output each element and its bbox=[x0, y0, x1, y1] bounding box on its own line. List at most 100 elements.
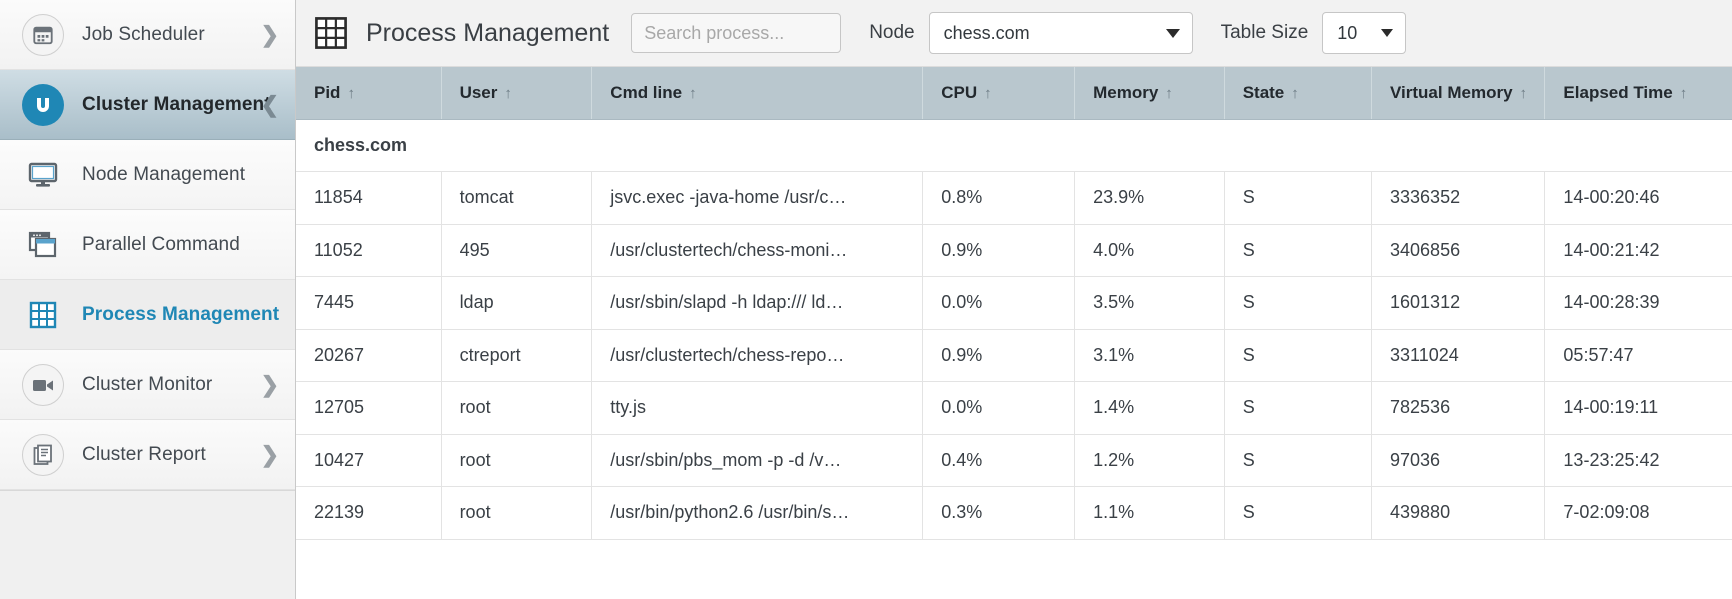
camera-icon bbox=[22, 363, 64, 406]
column-label: Virtual Memory bbox=[1390, 82, 1513, 102]
column-label: Memory bbox=[1093, 82, 1159, 102]
cell-vmem: 782536 bbox=[1371, 381, 1546, 435]
cell-mem: 4.0% bbox=[1074, 224, 1225, 277]
sort-asc-icon[interactable]: ↑ bbox=[1165, 85, 1173, 102]
column-label: Pid bbox=[314, 82, 341, 102]
column-header-virtual-memory[interactable]: Virtual Memory ↑ bbox=[1371, 67, 1546, 120]
column-header-elapsed-time[interactable]: Elapsed Time ↑ bbox=[1544, 67, 1732, 120]
document-icon bbox=[22, 433, 64, 476]
column-header-memory[interactable]: Memory ↑ bbox=[1074, 67, 1225, 120]
table-row[interactable]: 12705 root tty.js 0.0% 1.4% S 782536 14-00:19:1… bbox=[296, 381, 1732, 435]
cell-state: S bbox=[1224, 381, 1373, 435]
cell-cmd: /usr/sbin/slapd -h ldap:/// ld… bbox=[591, 276, 924, 330]
cell-pid: 11052 bbox=[296, 224, 442, 277]
monitor-icon bbox=[22, 154, 64, 196]
cell-user: tomcat bbox=[441, 171, 593, 225]
grid-icon bbox=[314, 16, 348, 50]
sidebar-item-label: Parallel Command bbox=[82, 233, 240, 255]
process-table: Pid ↑ User ↑ Cmd line ↑ CPU ↑ Memory ↑ State ↑… bbox=[296, 67, 1732, 540]
cell-time: 7-02:09:08 bbox=[1544, 486, 1732, 540]
sidebar-item-job-scheduler[interactable]: Job Scheduler ❯ bbox=[0, 0, 295, 70]
chevron-down-icon bbox=[1165, 28, 1180, 38]
cell-mem: 1.1% bbox=[1074, 486, 1225, 540]
table-row[interactable]: 11052 495/usr/clustertech/chess-moni… 0.9%… bbox=[296, 224, 1732, 277]
sidebar-item-label: Process Management bbox=[82, 303, 280, 325]
sort-asc-icon[interactable]: ↑ bbox=[347, 85, 355, 102]
sort-asc-icon[interactable]: ↑ bbox=[984, 85, 992, 102]
calendar-icon bbox=[22, 13, 64, 56]
node-select[interactable]: chess.com bbox=[928, 12, 1193, 54]
table-row[interactable]: 10427 root/usr/sbin/pbs_mom -p -d /v… 0.4%… bbox=[296, 434, 1732, 487]
cell-user: ldap bbox=[441, 276, 593, 330]
chevron-down-icon: ❮ bbox=[260, 91, 279, 117]
cell-time: 14-00:28:39 bbox=[1544, 276, 1732, 330]
process-table-body: chess.com 11854 tomcat jsvc.exec -java-hom… bbox=[296, 119, 1732, 540]
sidebar-item-process-management[interactable]: Process Management bbox=[0, 280, 295, 350]
sort-asc-icon[interactable]: ↑ bbox=[1680, 85, 1688, 102]
chevron-down-icon bbox=[1381, 29, 1394, 37]
sort-asc-icon[interactable]: ↑ bbox=[689, 85, 697, 102]
column-label: Elapsed Time bbox=[1563, 82, 1673, 102]
main-content: Process Management Search process... Nod… bbox=[296, 0, 1732, 599]
cell-state: S bbox=[1224, 486, 1373, 540]
sidebar-item-label: Cluster Report bbox=[82, 443, 206, 465]
node-select-value: chess.com bbox=[943, 22, 1030, 43]
cell-vmem: 439880 bbox=[1371, 486, 1546, 540]
search-input[interactable]: Search process... bbox=[631, 13, 842, 53]
table-size-select[interactable]: 10 bbox=[1322, 12, 1407, 54]
cell-pid: 20267 bbox=[296, 329, 442, 382]
sidebar-item-label: Job Scheduler bbox=[82, 23, 205, 45]
chevron-right-icon: ❯ bbox=[260, 371, 279, 397]
sidebar-item-label: Node Management bbox=[82, 163, 246, 185]
cell-state: S bbox=[1224, 276, 1373, 330]
sidebar-item-cluster-management[interactable]: Cluster Management ❮ bbox=[0, 70, 295, 140]
cell-cmd: /usr/clustertech/chess-repo… bbox=[591, 329, 924, 382]
table-group-row: chess.com bbox=[296, 119, 1732, 172]
table-row[interactable]: 7445 ldap/usr/sbin/slapd -h ldap:/// ld… 0… bbox=[296, 276, 1732, 330]
cell-cmd: /usr/sbin/pbs_mom -p -d /v… bbox=[591, 434, 924, 487]
windows-icon bbox=[22, 224, 64, 266]
cell-vmem: 1601312 bbox=[1371, 276, 1546, 330]
cell-time: 05:57:47 bbox=[1544, 329, 1732, 382]
column-label: Cmd line bbox=[610, 82, 683, 102]
sidebar-item-cluster-report[interactable]: Cluster Report ❯ bbox=[0, 420, 295, 490]
column-header-state[interactable]: State ↑ bbox=[1224, 67, 1373, 120]
cell-mem: 1.2% bbox=[1074, 434, 1225, 487]
cell-cpu: 0.4% bbox=[922, 434, 1076, 487]
cell-mem: 3.5% bbox=[1074, 276, 1225, 330]
table-row[interactable]: 11854 tomcat jsvc.exec -java-home /usr/c… 0… bbox=[296, 171, 1732, 225]
sidebar-item-label: Cluster Management bbox=[82, 93, 271, 115]
page-title: Process Management bbox=[366, 18, 610, 47]
table-size-label: Table Size bbox=[1220, 22, 1309, 43]
cell-time: 14-00:19:11 bbox=[1544, 381, 1732, 435]
cell-user: 495 bbox=[441, 224, 593, 277]
group-label: chess.com bbox=[296, 119, 1732, 172]
sort-asc-icon[interactable]: ↑ bbox=[1291, 85, 1299, 102]
cell-cpu: 0.8% bbox=[922, 171, 1076, 225]
cell-state: S bbox=[1224, 171, 1373, 225]
column-header-cpu[interactable]: CPU ↑ bbox=[922, 67, 1076, 120]
cell-cpu: 0.9% bbox=[922, 224, 1076, 277]
cell-cpu: 0.0% bbox=[922, 381, 1076, 435]
cell-pid: 11854 bbox=[296, 171, 442, 225]
sidebar-item-node-management[interactable]: Node Management bbox=[0, 140, 295, 210]
column-header-pid[interactable]: Pid ↑ bbox=[296, 67, 442, 120]
cell-cmd: jsvc.exec -java-home /usr/c… bbox=[591, 171, 924, 225]
cell-pid: 10427 bbox=[296, 434, 442, 487]
sidebar-item-parallel-command[interactable]: Parallel Command bbox=[0, 210, 295, 280]
sort-asc-icon[interactable]: ↑ bbox=[1520, 85, 1528, 102]
table-row[interactable]: 20267 ctreport/usr/clustertech/chess-repo… bbox=[296, 329, 1732, 382]
column-header-user[interactable]: User ↑ bbox=[441, 67, 593, 120]
chevron-right-icon: ❯ bbox=[260, 21, 279, 47]
cell-mem: 1.4% bbox=[1074, 381, 1225, 435]
cell-cpu: 0.3% bbox=[922, 486, 1076, 540]
table-row[interactable]: 22139 root/usr/bin/python2.6 /usr/bin/s… 0… bbox=[296, 486, 1732, 540]
table-header-row: Pid ↑ User ↑ Cmd line ↑ CPU ↑ Memory ↑ State ↑… bbox=[296, 67, 1732, 120]
column-header-cmd-line[interactable]: Cmd line ↑ bbox=[591, 67, 924, 120]
column-label: State bbox=[1242, 82, 1285, 102]
sidebar-item-label: Cluster Monitor bbox=[82, 373, 213, 395]
sidebar-item-cluster-monitor[interactable]: Cluster Monitor ❯ bbox=[0, 350, 295, 420]
cell-user: root bbox=[441, 486, 593, 540]
cell-pid: 12705 bbox=[296, 381, 442, 435]
sort-asc-icon[interactable]: ↑ bbox=[504, 85, 512, 102]
